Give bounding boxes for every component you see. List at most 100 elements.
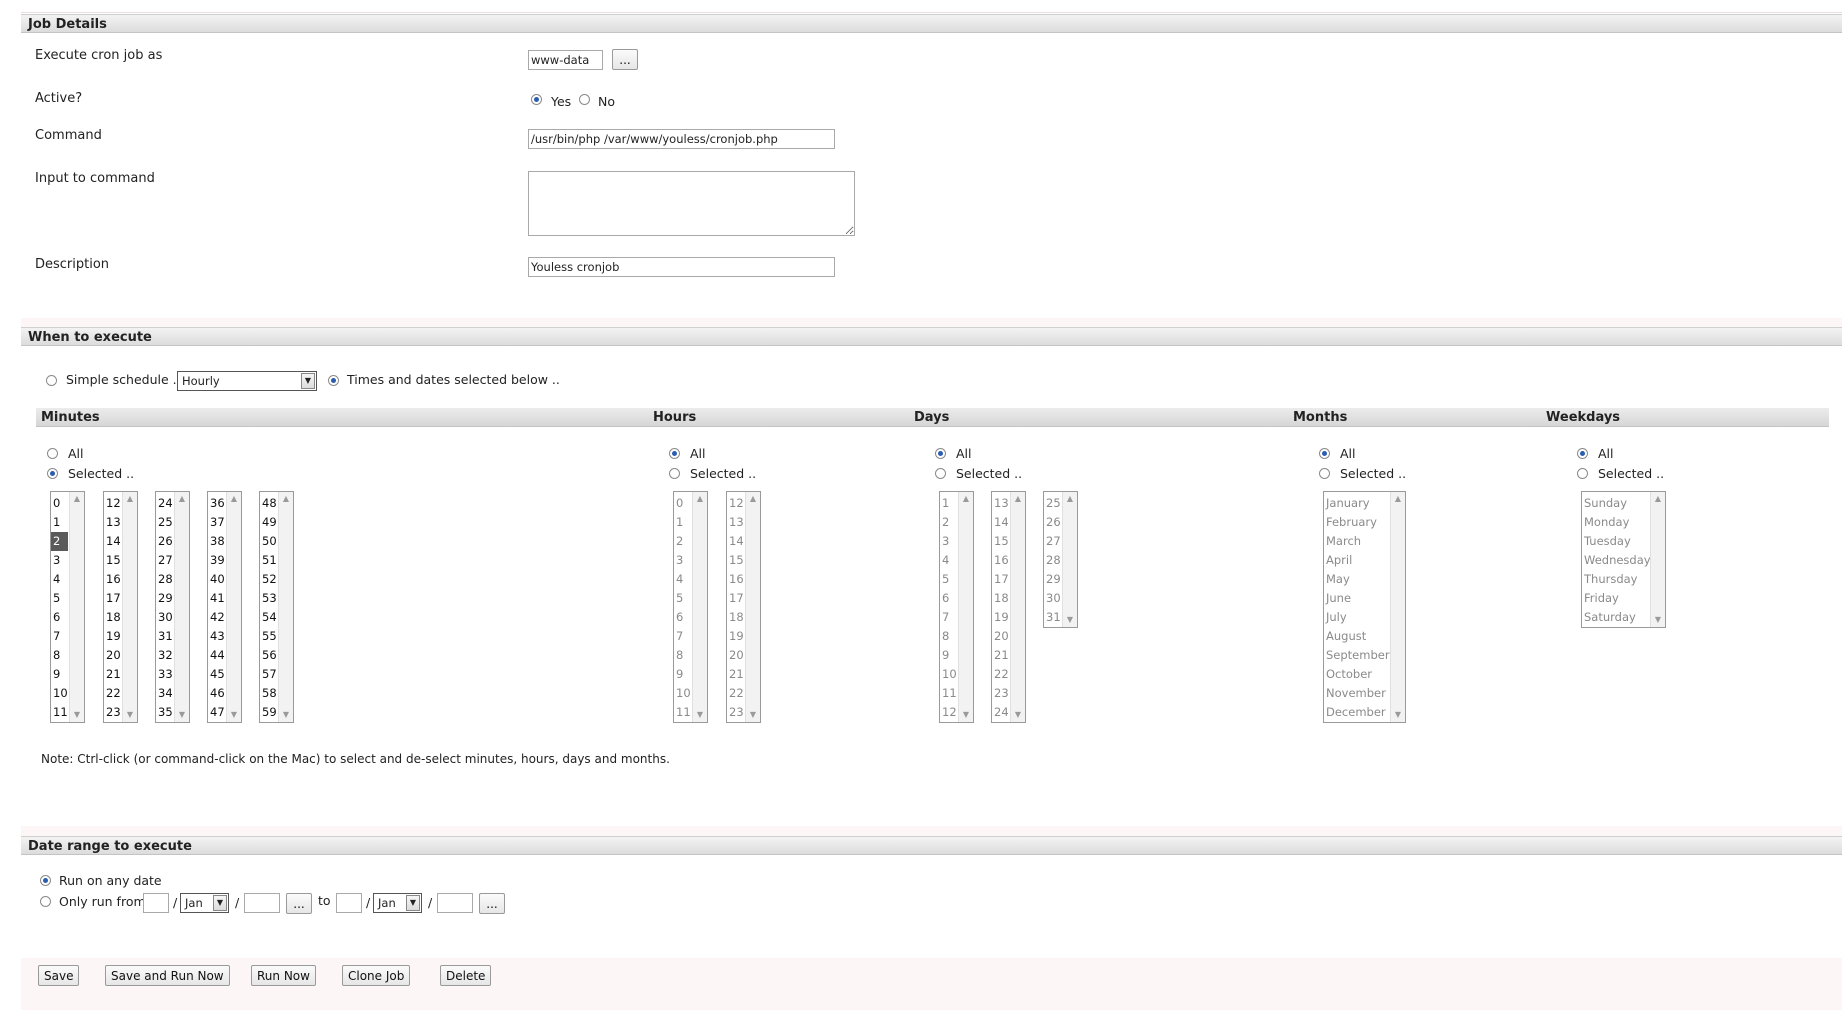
months-listbox[interactable]: January February March April May June July Augu… [1323,491,1406,723]
days-all-radio[interactable] [935,448,946,459]
scroll-up-icon[interactable]: ▲ [1391,492,1405,506]
minutes-option[interactable]: 49 [260,513,277,532]
minutes-option[interactable]: 50 [260,532,277,551]
minutes-option[interactable]: 25 [156,513,173,532]
days-option[interactable]: 16 [992,551,1009,570]
scroll-down-icon[interactable]: ▼ [70,708,84,722]
minutes-option[interactable]: 42 [208,608,225,627]
minutes-option[interactable]: 22 [104,684,121,703]
scroll-down-icon[interactable]: ▼ [1063,613,1077,627]
months-option[interactable]: March [1324,532,1389,551]
minutes-option[interactable]: 26 [156,532,173,551]
days-option[interactable]: 17 [992,570,1009,589]
days-option[interactable]: 27 [1044,532,1061,551]
days-option[interactable]: 15 [992,532,1009,551]
days-option[interactable]: 20 [992,627,1009,646]
scroll-up-icon[interactable]: ▲ [959,492,973,506]
hours-option[interactable]: 1 [674,513,691,532]
minutes-option[interactable]: 32 [156,646,173,665]
hours-option[interactable]: 10 [674,684,691,703]
months-selected-radio[interactable] [1319,468,1330,479]
minutes-option[interactable]: 4 [51,570,68,589]
minutes-option[interactable]: 30 [156,608,173,627]
scroll-up-icon[interactable]: ▲ [70,492,84,506]
description-input[interactable] [528,257,835,277]
run-now-button[interactable]: Run Now [251,965,316,986]
days-option[interactable]: 4 [940,551,957,570]
minutes-option[interactable]: 9 [51,665,68,684]
days-option[interactable]: 3 [940,532,957,551]
hours-option[interactable]: 11 [674,703,691,722]
minutes-option[interactable]: 40 [208,570,225,589]
hours-option[interactable]: 14 [727,532,744,551]
scroll-down-icon[interactable]: ▼ [1391,708,1405,722]
hours-listbox[interactable]: 0 1 2 3 4 5 6 7 8 9 10 11 ▲ ▼ [673,491,708,723]
from-date-picker-button[interactable]: ... [286,893,312,914]
minutes-option[interactable]: 12 [104,494,121,513]
minutes-option[interactable]: 11 [51,703,68,722]
from-day-input[interactable] [143,893,169,913]
scroll-down-icon[interactable]: ▼ [959,708,973,722]
minutes-option[interactable]: 34 [156,684,173,703]
hours-option[interactable]: 15 [727,551,744,570]
minutes-listbox[interactable]: 48 49 50 51 52 53 54 55 56 57 58 59 ▲ ▼ [259,491,294,723]
days-option[interactable]: 26 [1044,513,1061,532]
minutes-listbox[interactable]: 0 1 2 3 4 5 6 7 8 9 10 11 ▲ ▼ [50,491,85,723]
browse-user-button[interactable]: ... [612,49,638,70]
hours-option[interactable]: 12 [727,494,744,513]
minutes-option[interactable]: 54 [260,608,277,627]
days-scrollbar[interactable]: ▲ ▼ [1010,492,1025,722]
minutes-listbox[interactable]: 24 25 26 27 28 29 30 31 32 33 34 35 ▲ ▼ [155,491,190,723]
delete-button[interactable]: Delete [440,965,492,986]
days-listbox[interactable]: 1 2 3 4 5 6 7 8 9 10 11 12 ▲ ▼ [939,491,974,723]
hours-option[interactable]: 0 [674,494,691,513]
hours-option[interactable]: 17 [727,589,744,608]
weekdays-scrollbar[interactable]: ▲ ▼ [1650,492,1665,627]
minutes-option[interactable]: 48 [260,494,277,513]
scroll-up-icon[interactable]: ▲ [227,492,241,506]
days-option[interactable]: 14 [992,513,1009,532]
minutes-scrollbar[interactable]: ▲ ▼ [278,492,293,722]
days-option[interactable]: 5 [940,570,957,589]
weekdays-option[interactable]: Tuesday [1582,532,1649,551]
months-option[interactable]: October [1324,665,1389,684]
to-year-input[interactable] [437,893,473,913]
minutes-option[interactable]: 57 [260,665,277,684]
minutes-option[interactable]: 56 [260,646,277,665]
scroll-up-icon[interactable]: ▲ [1651,492,1665,506]
minutes-selected-radio[interactable] [47,468,58,479]
days-selected-radio[interactable] [935,468,946,479]
minutes-option[interactable]: 15 [104,551,121,570]
hours-scrollbar[interactable]: ▲ ▼ [692,492,707,722]
minutes-option[interactable]: 24 [156,494,173,513]
days-option[interactable]: 25 [1044,494,1061,513]
days-option[interactable]: 23 [992,684,1009,703]
months-option[interactable]: September [1324,646,1390,665]
minutes-option[interactable]: 47 [208,703,225,722]
days-option[interactable]: 8 [940,627,957,646]
scroll-up-icon[interactable]: ▲ [279,492,293,506]
minutes-option[interactable]: 8 [51,646,68,665]
hours-option[interactable]: 16 [727,570,744,589]
minutes-option[interactable]: 46 [208,684,225,703]
minutes-option[interactable]: 17 [104,589,121,608]
days-scrollbar[interactable]: ▲ ▼ [1062,492,1077,627]
hours-scrollbar[interactable]: ▲ ▼ [745,492,760,722]
hours-option[interactable]: 23 [727,703,744,722]
minutes-option[interactable]: 18 [104,608,121,627]
minutes-scrollbar[interactable]: ▲ ▼ [122,492,137,722]
minutes-option[interactable]: 0 [51,494,68,513]
save-and-run-button[interactable]: Save and Run Now [105,965,230,986]
minutes-option[interactable]: 59 [260,703,277,722]
minutes-option[interactable]: 13 [104,513,121,532]
hours-option[interactable]: 4 [674,570,691,589]
weekdays-option[interactable]: Wednesday [1582,551,1651,570]
days-option[interactable]: 24 [992,703,1009,722]
weekdays-all-radio[interactable] [1577,448,1588,459]
execute-as-input[interactable] [528,50,603,70]
weekdays-option[interactable]: Sunday [1582,494,1649,513]
days-option[interactable]: 6 [940,589,957,608]
minutes-option[interactable]: 14 [104,532,121,551]
minutes-option[interactable]: 35 [156,703,173,722]
days-option[interactable]: 18 [992,589,1009,608]
